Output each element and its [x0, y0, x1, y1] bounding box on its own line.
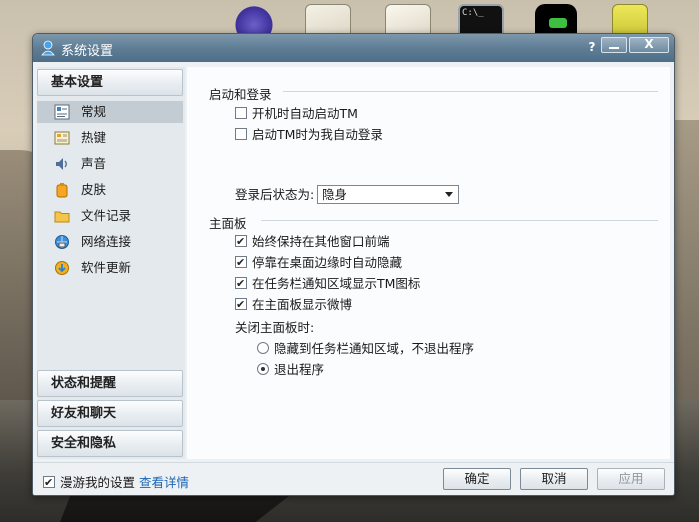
dialog-footer: 漫游我的设置 查看详情 确定 取消 应用: [33, 462, 674, 495]
view-details-link[interactable]: 查看详情: [139, 472, 189, 491]
minimize-button[interactable]: [601, 37, 627, 53]
sidebar-item-update[interactable]: 软件更新: [37, 257, 183, 279]
settings-icon: [54, 104, 70, 120]
section-friends-chat[interactable]: 好友和聊天: [37, 400, 183, 427]
sidebar-item-label: 文件记录: [81, 208, 132, 223]
checkbox-label: 启动TM时为我自动登录: [252, 127, 383, 142]
speaker-icon: [56, 158, 67, 170]
network-icon: [55, 235, 69, 249]
cancel-button[interactable]: 取消: [520, 468, 588, 490]
checkbox-box[interactable]: [235, 107, 247, 119]
checkbox-label: 始终保持在其他窗口前端: [252, 234, 390, 249]
login-status-label: 登录后状态为:: [235, 187, 315, 202]
checkbox-box[interactable]: [235, 233, 247, 251]
ok-button[interactable]: 确定: [443, 468, 511, 490]
checkbox-label: 停靠在桌面边缘时自动隐藏: [252, 255, 403, 270]
sidebar-item-label: 皮肤: [81, 182, 107, 197]
checkbox-box[interactable]: [235, 296, 247, 314]
select-value: 隐身: [322, 187, 348, 202]
help-button[interactable]: ?: [585, 38, 599, 56]
sidebar-item-file-records[interactable]: 文件记录: [37, 205, 183, 227]
folder-icon: [54, 211, 70, 223]
checkbox-box[interactable]: [43, 474, 55, 492]
group-divider: [261, 220, 658, 221]
sidebar-item-general[interactable]: 常规: [37, 101, 183, 123]
sidebar: 基本设置 常规 热键 声音 皮肤 文件记录 网络连接 软件更新 状态和提醒 好友…: [37, 67, 185, 459]
settings-dialog: 系统设置 ? X 基本设置 常规 热键 声音 皮肤 文件记录 网络连接 软件更新…: [32, 33, 675, 496]
checkbox-label: 漫游我的设置: [60, 475, 136, 490]
skin-icon: [56, 183, 68, 198]
app-logo-icon: [41, 40, 55, 56]
update-icon: [55, 261, 69, 275]
checkbox-box[interactable]: [235, 275, 247, 293]
checkbox-label: 在任务栏通知区域显示TM图标: [252, 276, 421, 291]
apply-button[interactable]: 应用: [597, 468, 665, 490]
section-security-privacy[interactable]: 安全和隐私: [37, 430, 183, 457]
checkbox-box[interactable]: [235, 254, 247, 272]
checkbox-label: 在主面板显示微博: [252, 297, 353, 312]
title-bar[interactable]: 系统设置 ? X: [33, 34, 674, 62]
keyboard-icon: [54, 131, 70, 145]
group-main-panel: 主面板: [209, 216, 247, 231]
radio-label: 退出程序: [274, 362, 325, 377]
sidebar-item-sound[interactable]: 声音: [37, 153, 183, 175]
group-divider: [283, 91, 658, 92]
sidebar-item-label: 常规: [81, 104, 107, 119]
close-icon: X: [644, 37, 654, 51]
group-startup-login: 启动和登录: [209, 87, 272, 102]
sidebar-item-hotkeys[interactable]: 热键: [37, 127, 183, 149]
radio-label: 隐藏到任务栏通知区域，不退出程序: [274, 341, 475, 356]
close-panel-label: 关闭主面板时:: [235, 320, 315, 335]
sidebar-item-label: 网络连接: [81, 234, 132, 249]
chevron-down-icon: [445, 192, 453, 197]
checkbox-box[interactable]: [235, 128, 247, 140]
sidebar-item-label: 软件更新: [81, 260, 132, 275]
checkbox-label: 开机时自动启动TM: [252, 106, 358, 121]
login-status-select[interactable]: 隐身: [317, 185, 459, 204]
window-title: 系统设置: [61, 44, 114, 59]
section-basic-settings[interactable]: 基本设置: [37, 69, 183, 96]
radio-button[interactable]: [257, 363, 269, 375]
sidebar-item-label: 热键: [81, 130, 107, 145]
radio-button[interactable]: [257, 342, 269, 354]
settings-content: 启动和登录 开机时自动启动TM 启动TM时为我自动登录 登录后状态为: 隐身 主…: [187, 67, 670, 459]
sidebar-item-network[interactable]: 网络连接: [37, 231, 183, 253]
section-status-alerts[interactable]: 状态和提醒: [37, 370, 183, 397]
close-button[interactable]: X: [629, 37, 669, 53]
sidebar-item-skin[interactable]: 皮肤: [37, 179, 183, 201]
sidebar-item-label: 声音: [81, 156, 107, 171]
